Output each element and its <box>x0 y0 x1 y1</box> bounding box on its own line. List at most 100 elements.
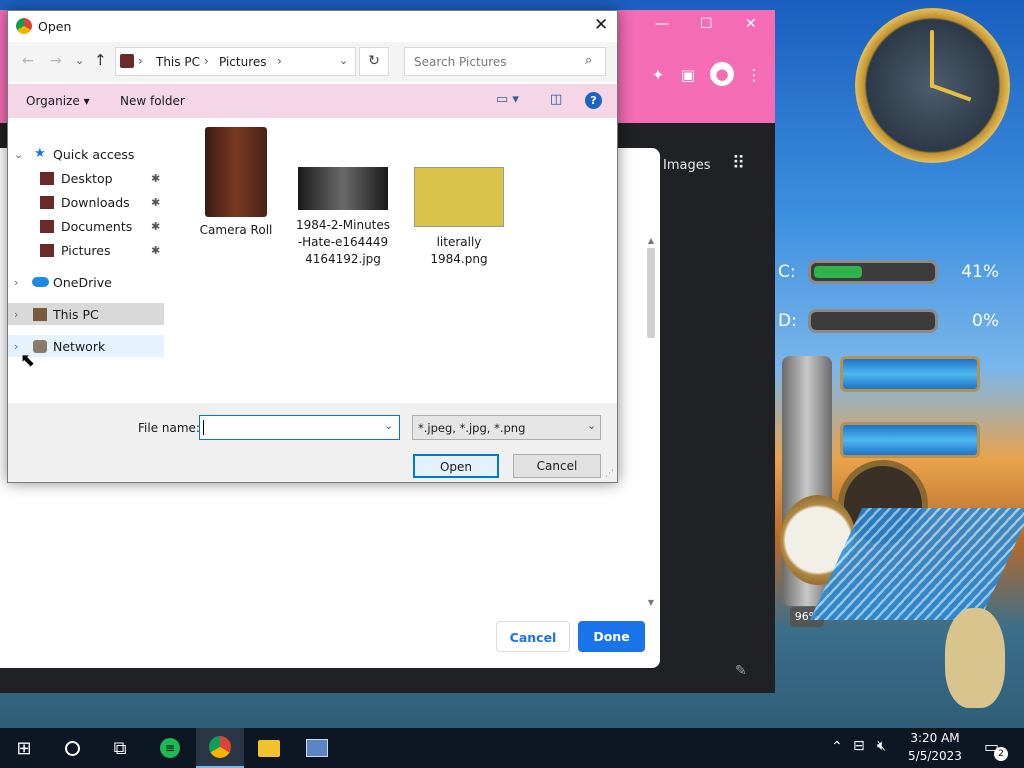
taskbar-chrome[interactable] <box>196 728 244 768</box>
image-thumbnail-icon <box>414 167 504 227</box>
nav-quick-access-label: Quick access <box>53 146 135 162</box>
dialog-scrollbar[interactable]: ▲ ▼ <box>646 236 656 607</box>
chevron-right-icon[interactable]: › <box>14 276 18 289</box>
pin-icon: ✱ <box>151 195 161 209</box>
apps-grid-icon[interactable]: ⠿ <box>732 153 745 174</box>
nav-pictures-label: Pictures <box>61 242 111 258</box>
upload-done-button[interactable]: Done <box>578 621 645 652</box>
open-button[interactable]: Open <box>413 454 499 478</box>
organize-label: Organize <box>26 94 80 108</box>
breadcrumb-pictures[interactable]: Pictures <box>219 55 267 69</box>
preview-pane-icon[interactable]: ◫ <box>550 92 562 107</box>
up-arrow-icon[interactable]: ↑ <box>94 51 107 69</box>
file-name-input[interactable]: ⌄ <box>199 415 400 440</box>
nav-onedrive-label: OneDrive <box>53 274 112 290</box>
view-options-icon[interactable]: ▭ ▾ <box>496 92 519 107</box>
pin-icon: ✱ <box>151 219 161 233</box>
chevron-down-icon[interactable]: ⌄ <box>587 419 596 432</box>
nav-quick-access[interactable]: ⌄ ★ Quick access <box>8 143 166 165</box>
nav-this-pc[interactable]: › This PC <box>8 303 164 325</box>
clock-minute-hand-icon <box>930 30 934 88</box>
mouse-cursor-icon: ⬉ <box>20 350 36 371</box>
forward-arrow-icon[interactable]: → <box>50 53 62 69</box>
back-arrow-icon[interactable]: ← <box>22 53 34 69</box>
menu-kebab-icon[interactable]: ⋮ <box>744 66 764 86</box>
file-type-select[interactable]: *.jpeg, *.jpg, *.png ⌄ <box>412 415 601 440</box>
drive-d-tube <box>808 309 938 333</box>
extensions-icon[interactable]: ✦ <box>648 66 668 86</box>
chevron-down-icon[interactable]: ⌄ <box>384 419 393 432</box>
drive-d-percent: 0% <box>972 311 999 331</box>
file-name: 1984-2-Minutes-Hate-e1644494164192.jpg <box>295 218 391 266</box>
minimize-button[interactable]: — <box>655 16 669 32</box>
nav-desktop[interactable]: Desktop ✱ <box>8 167 166 189</box>
nav-documents[interactable]: Documents ✱ <box>8 215 166 237</box>
address-navbar: ← → ⌄ ↑ › This PC › Pictures › ⌄ ↻ Searc… <box>8 42 617 82</box>
file-name: literally 1984.png <box>430 235 488 266</box>
file-item[interactable]: Camera Roll <box>186 127 286 239</box>
drive-c-gauge: C: 41% <box>776 256 1021 288</box>
recent-locations-icon[interactable]: ⌄ <box>75 54 84 67</box>
resize-grip-icon[interactable]: ⋰ <box>605 469 614 479</box>
network-tray-icon[interactable]: ⊟ <box>853 738 865 754</box>
upload-cancel-button[interactable]: Cancel <box>496 621 570 652</box>
nav-pictures[interactable]: Pictures ✱ <box>8 239 166 261</box>
drive-c-fill <box>814 266 863 278</box>
drive-c-label: C: <box>778 262 796 282</box>
task-view-button[interactable]: ⧉ <box>96 728 144 768</box>
file-item[interactable]: literally 1984.png <box>404 167 514 268</box>
refresh-icon[interactable]: ↻ <box>359 47 389 76</box>
profile-avatar-icon[interactable]: ● <box>710 62 734 86</box>
taskbar-app-monitor[interactable] <box>293 728 341 768</box>
taskbar: ⊞ ⧉ ≡ ⌃ ⊟ 🔇︎ 3:20 AM 5/5/2023 ▭ 2 <box>0 728 1024 768</box>
task-view-icon: ⧉ <box>113 737 127 759</box>
dialog-scroll-thumb[interactable] <box>647 248 655 338</box>
address-bar[interactable]: › This PC › Pictures › ⌄ <box>115 47 356 76</box>
pictures-folder-icon <box>40 243 54 257</box>
search-icon[interactable]: ⌕ <box>585 53 592 68</box>
search-taskbar-button[interactable] <box>48 728 96 768</box>
file-item[interactable]: 1984-2-Minutes-Hate-e1644494164192.jpg <box>288 167 398 268</box>
start-button[interactable]: ⊞ <box>0 728 48 768</box>
maximize-button[interactable]: ☐ <box>700 16 713 32</box>
folder-icon <box>258 739 280 757</box>
steampunk-clock-widget <box>855 8 1010 163</box>
clock-date[interactable]: 5/5/2023 <box>905 749 965 763</box>
taskbar-file-explorer[interactable] <box>245 728 293 768</box>
address-dropdown-icon[interactable]: ⌄ <box>339 54 348 67</box>
cortana-circle-icon <box>64 740 80 756</box>
green-app-icon: ≡ <box>160 738 180 758</box>
network-icon <box>33 339 47 353</box>
breadcrumb-this-pc[interactable]: This PC <box>156 55 200 69</box>
images-link[interactable]: Images <box>663 158 711 173</box>
pipe-ram-widget <box>840 422 980 458</box>
cloud-icon <box>32 277 49 287</box>
file-type-value: *.jpeg, *.jpg, *.png <box>418 421 526 435</box>
file-name-label: File name: <box>138 421 200 435</box>
close-window-button[interactable]: ✕ <box>745 16 757 32</box>
nav-downloads[interactable]: Downloads ✱ <box>8 191 166 213</box>
chevron-up-icon[interactable]: ⌃ <box>831 739 843 755</box>
chevron-right-icon[interactable]: › <box>14 340 18 353</box>
navigation-pane: ⌄ ★ Quick access Desktop ✱ Downloads ✱ D… <box>8 121 168 403</box>
sidebar-icon[interactable]: ▣ <box>678 66 698 86</box>
chevron-right-icon[interactable]: › <box>14 308 18 321</box>
star-icon: ★ <box>34 145 46 161</box>
organize-button[interactable]: Organize ▾ <box>26 94 90 108</box>
documents-folder-icon <box>40 219 54 233</box>
new-folder-button[interactable]: New folder <box>120 94 185 108</box>
help-icon[interactable]: ? <box>585 92 602 109</box>
volume-muted-icon[interactable]: 🔇︎ <box>877 738 886 754</box>
cancel-button[interactable]: Cancel <box>513 454 601 478</box>
nav-onedrive[interactable]: › OneDrive <box>8 271 166 293</box>
taskbar-app-sheets[interactable]: ≡ <box>146 728 194 768</box>
search-input[interactable]: Search Pictures <box>414 55 507 69</box>
clock-time[interactable]: 3:20 AM <box>908 731 962 745</box>
search-box[interactable]: Search Pictures ⌕ <box>404 47 606 76</box>
nav-network-label: Network <box>53 338 106 354</box>
command-bar: Organize ▾ New folder ▭ ▾ ◫ ? <box>8 84 617 118</box>
chevron-down-icon[interactable]: ⌄ <box>14 148 23 161</box>
edit-pencil-icon[interactable]: ✎ <box>735 663 747 679</box>
dialog-titlebar: Open ✕ <box>8 11 617 42</box>
dialog-close-icon[interactable]: ✕ <box>594 15 608 35</box>
